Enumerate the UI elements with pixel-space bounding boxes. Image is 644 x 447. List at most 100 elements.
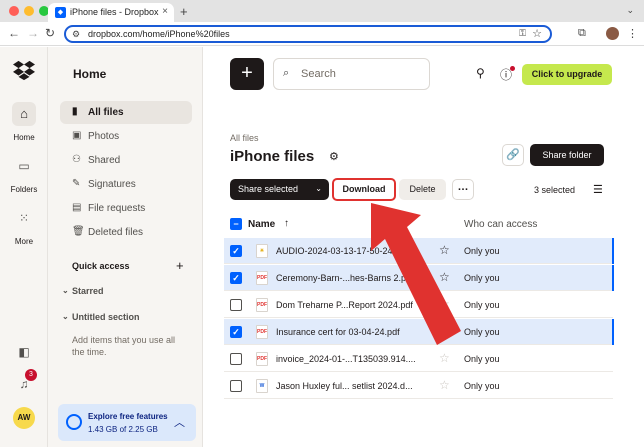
invite-member-icon[interactable]: ⚲ <box>476 66 485 80</box>
quick-access-heading: Quick access <box>72 261 130 271</box>
star-icon[interactable]: ☆ <box>439 243 450 257</box>
chevron-down-icon: ⌄ <box>62 286 69 295</box>
row-checkbox[interactable]: ✓ <box>230 245 242 257</box>
starred-section[interactable]: ⌄ Starred <box>62 286 104 296</box>
word-doc-icon: W <box>256 379 268 393</box>
file-name[interactable]: invoice_2024-01-...T135039.914.... <box>276 354 431 364</box>
photos-icon: ▣ <box>72 130 82 141</box>
back-icon[interactable]: ← <box>8 26 20 40</box>
file-access: Only you <box>464 327 500 337</box>
sidebar-item-photos[interactable]: ▣ Photos <box>60 125 192 148</box>
untitled-section[interactable]: ⌄ Untitled section <box>62 312 140 322</box>
browser-titlebar: ◆ iPhone files - Dropbox × + ⌄ <box>0 0 644 22</box>
quick-access-hint: Add items that you use all the time. <box>72 335 176 357</box>
minimize-window-button[interactable] <box>24 6 34 16</box>
table-row[interactable]: W Jason Huxley ful... setlist 2024.d... … <box>224 373 613 399</box>
rail-more-label[interactable]: More <box>0 237 48 246</box>
sidebar-item-signatures[interactable]: ✎ Signatures <box>60 173 192 196</box>
bell-icon[interactable]: ♫ <box>0 377 48 391</box>
trash-icon: 🗑 <box>72 226 85 237</box>
bookmark-star-icon[interactable]: ☆ <box>532 27 542 40</box>
page-title: iPhone files <box>230 148 315 165</box>
sidebar-item-shared[interactable]: ⚇ Shared <box>60 149 192 172</box>
share-selected-button[interactable]: Share selected ⌄ <box>230 179 329 200</box>
close-tab-icon[interactable]: × <box>162 6 168 17</box>
storage-title: Explore free features <box>88 412 168 421</box>
collapse-sidebar-icon[interactable]: ◧ <box>0 345 48 359</box>
star-icon[interactable]: ☆ <box>439 324 450 338</box>
create-button[interactable]: + <box>230 58 264 90</box>
share-selected-label: Share selected <box>238 184 299 194</box>
forward-icon[interactable]: → <box>27 26 39 40</box>
sidebar-item-file-requests[interactable]: ▤ File requests <box>60 197 192 220</box>
table-row[interactable]: ✓ ✳ AUDIO-2024-03-13-17-50-24 ☆ Only you <box>224 238 614 264</box>
table-row[interactable]: ✓ PDF Ceremony-Barn-...hes-Barns 2.pdf ☆… <box>224 265 614 291</box>
pdf-file-icon: PDF <box>256 298 268 312</box>
row-checkbox[interactable] <box>230 380 242 392</box>
browser-menu-icon[interactable]: ⋮ <box>627 27 638 40</box>
home-icon[interactable]: ⌂ <box>12 102 36 126</box>
dropbox-logo-icon[interactable] <box>13 59 35 81</box>
signature-icon: ✎ <box>72 178 81 189</box>
copy-link-icon[interactable]: 🔗 <box>502 144 524 166</box>
breadcrumb[interactable]: All files <box>230 133 259 143</box>
sidebar-item-deleted-files[interactable]: 🗑 Deleted files <box>60 221 192 244</box>
delete-button[interactable]: Delete <box>399 179 446 200</box>
file-name[interactable]: Ceremony-Barn-...hes-Barns 2.pdf <box>276 273 431 283</box>
file-name[interactable]: Insurance cert for 03-04-24.pdf <box>276 327 431 337</box>
row-checkbox[interactable] <box>230 353 242 365</box>
folder-icon[interactable]: ▭ <box>0 159 48 173</box>
row-checkbox[interactable]: ✓ <box>230 272 242 284</box>
help-notification-dot <box>510 66 515 71</box>
sidebar-item-label: Shared <box>88 155 121 166</box>
browser-toolbar: ← → ↻ ⚙ dropbox.com/home/iPhone%20files … <box>0 22 644 46</box>
row-checkbox[interactable]: ✓ <box>230 326 242 338</box>
storage-banner[interactable]: Explore free features 1.43 GB of 2.25 GB… <box>58 404 196 441</box>
file-name[interactable]: AUDIO-2024-03-13-17-50-24 <box>276 246 431 256</box>
sidebar-item-all-files[interactable]: ▮ All files <box>60 101 192 124</box>
star-icon[interactable]: ☆ <box>439 378 450 392</box>
extensions-icon[interactable]: ⧉ <box>578 27 586 40</box>
file-name[interactable]: Dom Treharne P...Report 2024.pdf <box>276 300 431 310</box>
file-access: Only you <box>464 246 500 256</box>
more-actions-button[interactable]: … <box>452 179 474 200</box>
add-quick-access-icon[interactable]: + <box>176 258 184 273</box>
tab-list-chevron-icon[interactable]: ⌄ <box>626 5 634 16</box>
password-key-icon[interactable]: ⚿ <box>519 28 526 39</box>
site-info-icon[interactable]: ⚙ <box>72 29 80 40</box>
chevron-down-icon: ⌄ <box>315 184 322 193</box>
table-row[interactable]: PDF invoice_2024-01-...T135039.914.... ☆… <box>224 346 613 372</box>
rail-folders-label[interactable]: Folders <box>0 185 48 194</box>
address-bar[interactable]: ⚙ dropbox.com/home/iPhone%20files ⚿ ☆ <box>64 25 552 43</box>
file-name[interactable]: Jason Huxley ful... setlist 2024.d... <box>276 381 431 391</box>
left-rail: ⌂ Home ▭ Folders ⁙ More ◧ ♫ 3 AW <box>0 47 48 447</box>
new-tab-button[interactable]: + <box>180 4 188 19</box>
browser-tab[interactable]: ◆ iPhone files - Dropbox × <box>48 3 174 22</box>
star-icon[interactable]: ☆ <box>439 297 450 311</box>
sort-arrow-up-icon[interactable]: ↑ <box>284 218 289 229</box>
rail-home-label[interactable]: Home <box>0 133 48 142</box>
star-icon[interactable]: ☆ <box>439 270 450 284</box>
table-row[interactable]: ✓ PDF Insurance cert for 03-04-24.pdf ☆ … <box>224 319 614 345</box>
table-row[interactable]: PDF Dom Treharne P...Report 2024.pdf ☆ O… <box>224 292 613 318</box>
reload-icon[interactable]: ↻ <box>45 26 55 40</box>
chevron-up-icon[interactable]: ︿ <box>174 414 185 430</box>
download-button[interactable]: Download <box>332 178 396 201</box>
list-view-icon[interactable]: ☰ <box>593 183 603 196</box>
search-placeholder: Search <box>301 68 336 80</box>
storage-ring-icon <box>66 414 82 430</box>
shared-icon: ⚇ <box>72 154 81 165</box>
star-icon[interactable]: ☆ <box>439 351 450 365</box>
search-input[interactable]: ⌕ Search <box>273 58 430 90</box>
grid-icon[interactable]: ⁙ <box>0 211 48 225</box>
column-header-name[interactable]: Name <box>248 219 275 230</box>
upgrade-button[interactable]: Click to upgrade <box>522 64 612 85</box>
share-folder-button[interactable]: Share folder <box>530 144 604 166</box>
profile-avatar[interactable] <box>606 27 619 40</box>
gear-icon[interactable]: ⚙ <box>329 150 339 163</box>
close-window-button[interactable] <box>9 6 19 16</box>
row-checkbox[interactable] <box>230 299 242 311</box>
selection-band <box>612 265 614 291</box>
avatar[interactable]: AW <box>13 407 35 429</box>
select-all-checkbox[interactable]: − <box>230 218 242 230</box>
